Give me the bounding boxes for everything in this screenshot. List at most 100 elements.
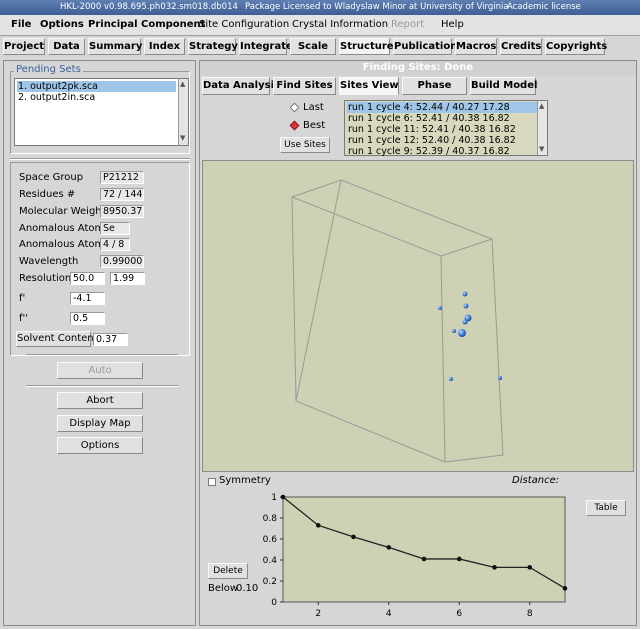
menu-principal-component[interactable]: Principal Component [88,19,205,30]
data-point [456,556,462,562]
tab-project[interactable]: Project [3,38,45,55]
options-button[interactable]: Options [57,437,143,454]
anomalous-atom-value[interactable]: Se [100,222,130,235]
divider [10,158,190,160]
right-panel: Finding Sites: Done Data Analysis Find S… [199,60,637,626]
atom-site[interactable] [462,291,468,297]
abort-button[interactable]: Abort [57,392,143,409]
symmetry-checkbox[interactable] [208,478,216,486]
solvent-content-input[interactable]: 0.37 [93,333,128,346]
anomalous-atom-label: Anomalous Atom [19,223,105,234]
list-item[interactable]: run 1 cycle 4: 52.44 / 40.27 17.28 [347,102,537,113]
atom-site[interactable] [462,319,468,325]
x-tick-label: 2 [315,609,321,619]
y-ticks: 0 0.2 0.4 0.6 0.8 1 [263,493,283,608]
space-group-value[interactable]: P21212 [100,171,144,184]
tab-publication[interactable]: Publication [393,38,457,55]
menu-options[interactable]: Options [40,19,84,30]
y-tick-label: 0.6 [263,535,278,545]
f-prime-input[interactable]: -4.1 [70,292,105,305]
use-sites-button[interactable]: Use Sites [280,137,330,153]
data-point [351,534,356,540]
resolution-low-input[interactable]: 50.0 [70,272,105,285]
radio-last[interactable] [289,102,300,113]
pending-sets-title: Pending Sets [14,64,83,75]
atom-site[interactable] [452,329,456,333]
scroll-up-icon[interactable]: ▲ [180,80,185,88]
data-point [421,556,427,562]
y-tick-label: 1 [271,493,277,503]
menu-site-configuration[interactable]: Site Configuration [199,19,289,30]
menu-crystal-information[interactable]: Crystal Information [292,19,388,30]
f-prime-label: f' [19,293,26,304]
molecular-weight-value[interactable]: 8950.37 [100,205,144,218]
y-tick-label: 0 [271,598,277,608]
menu-file[interactable]: File [11,19,31,30]
solvent-content-button[interactable]: Solvent Content [16,331,98,347]
distance-chart: 0 0.2 0.4 0.6 0.8 1 2 4 6 8 [263,493,568,619]
x-tick-label: 4 [386,609,392,619]
x-ticks: 2 4 6 8 [315,602,533,619]
tab-index[interactable]: Index [144,38,185,55]
tab-copyrights[interactable]: Copyrights [545,38,607,55]
tab-credits[interactable]: Credits [500,38,542,55]
delete-button[interactable]: Delete [208,563,248,579]
scroll-down-icon[interactable]: ▼ [539,145,544,153]
subtab-data-analysis[interactable]: Data Analysis [202,77,280,95]
atom-site[interactable] [449,377,453,381]
symmetry-label: Symmetry [219,475,271,486]
list-item[interactable]: 2. output2in.sca [17,92,176,103]
divider [26,354,178,356]
resolution-high-input[interactable]: 1.99 [110,272,145,285]
f-double-prime-input[interactable]: 0.5 [70,312,105,325]
list-item[interactable]: run 1 cycle 11: 52.41 / 40.38 16.82 [347,124,537,135]
sites-3d-view[interactable] [202,160,634,472]
tab-strategy[interactable]: Strategy [188,38,238,55]
wavelength-value[interactable]: 0.99000 [100,255,144,268]
anomalous-atoms-count-value[interactable]: 4 / 8 [100,238,130,251]
radio-best[interactable] [289,120,300,131]
x-tick-label: 6 [456,609,462,619]
atom-site[interactable] [498,376,502,380]
data-point [386,545,392,550]
tab-data[interactable]: Data [48,38,85,55]
list-item[interactable]: run 1 cycle 12: 52.40 / 40.38 16.82 [347,135,537,146]
license-type: Academic license [507,2,581,12]
y-tick-label: 0.4 [263,556,278,566]
runs-scrollbar[interactable]: ▲ ▼ [537,101,547,155]
menu-help[interactable]: Help [441,19,464,30]
list-item[interactable]: run 1 cycle 9: 52.39 / 40.37 16.82 [347,146,537,157]
left-panel: Pending Sets 1. output2pk.sca 2. output2… [3,60,196,626]
display-map-button[interactable]: Display Map [57,415,143,432]
residues-value[interactable]: 72 / 144 [100,188,144,201]
atom-site[interactable] [458,329,466,337]
pending-sets-scrollbar[interactable]: ▲ ▼ [178,79,188,145]
resolution-label: Resolution [19,273,72,284]
tab-integrate[interactable]: Integrate [239,38,293,55]
divider [26,385,178,387]
list-item[interactable]: 1. output2pk.sca [17,81,176,92]
list-item[interactable]: run 1 cycle 6: 52.41 / 40.38 16.82 [347,113,537,124]
scroll-down-icon[interactable]: ▼ [180,134,185,142]
tab-scale[interactable]: Scale [290,38,336,55]
pending-sets-list[interactable]: 1. output2pk.sca 2. output2in.sca ▲ ▼ [14,78,189,146]
residues-label: Residues # [19,189,76,200]
tab-structure[interactable]: Structure [339,38,394,55]
atom-site[interactable] [463,303,469,309]
subtab-sites-view[interactable]: Sites View [339,77,399,95]
runs-list[interactable]: run 1 cycle 4: 52.44 / 40.27 17.28 run 1… [344,100,548,157]
data-point [315,523,321,528]
status-text: Finding Sites: Done [200,61,636,75]
table-button[interactable]: Table [586,500,626,516]
subtab-find-sites[interactable]: Find Sites [273,77,336,95]
anomalous-sites [438,291,502,381]
menu-bar: File Options Principal Component Site Co… [0,15,640,36]
atom-site[interactable] [438,306,442,310]
tab-summary[interactable]: Summary [88,38,142,55]
subtab-phase[interactable]: Phase [402,77,467,95]
scroll-up-icon[interactable]: ▲ [539,102,544,110]
main-tab-bar: Project Data Summary Index Strategy Inte… [0,36,640,57]
subtab-build-model[interactable]: Build Model [470,77,537,95]
tab-macros[interactable]: Macros [455,38,497,55]
space-group-label: Space Group [19,172,84,183]
